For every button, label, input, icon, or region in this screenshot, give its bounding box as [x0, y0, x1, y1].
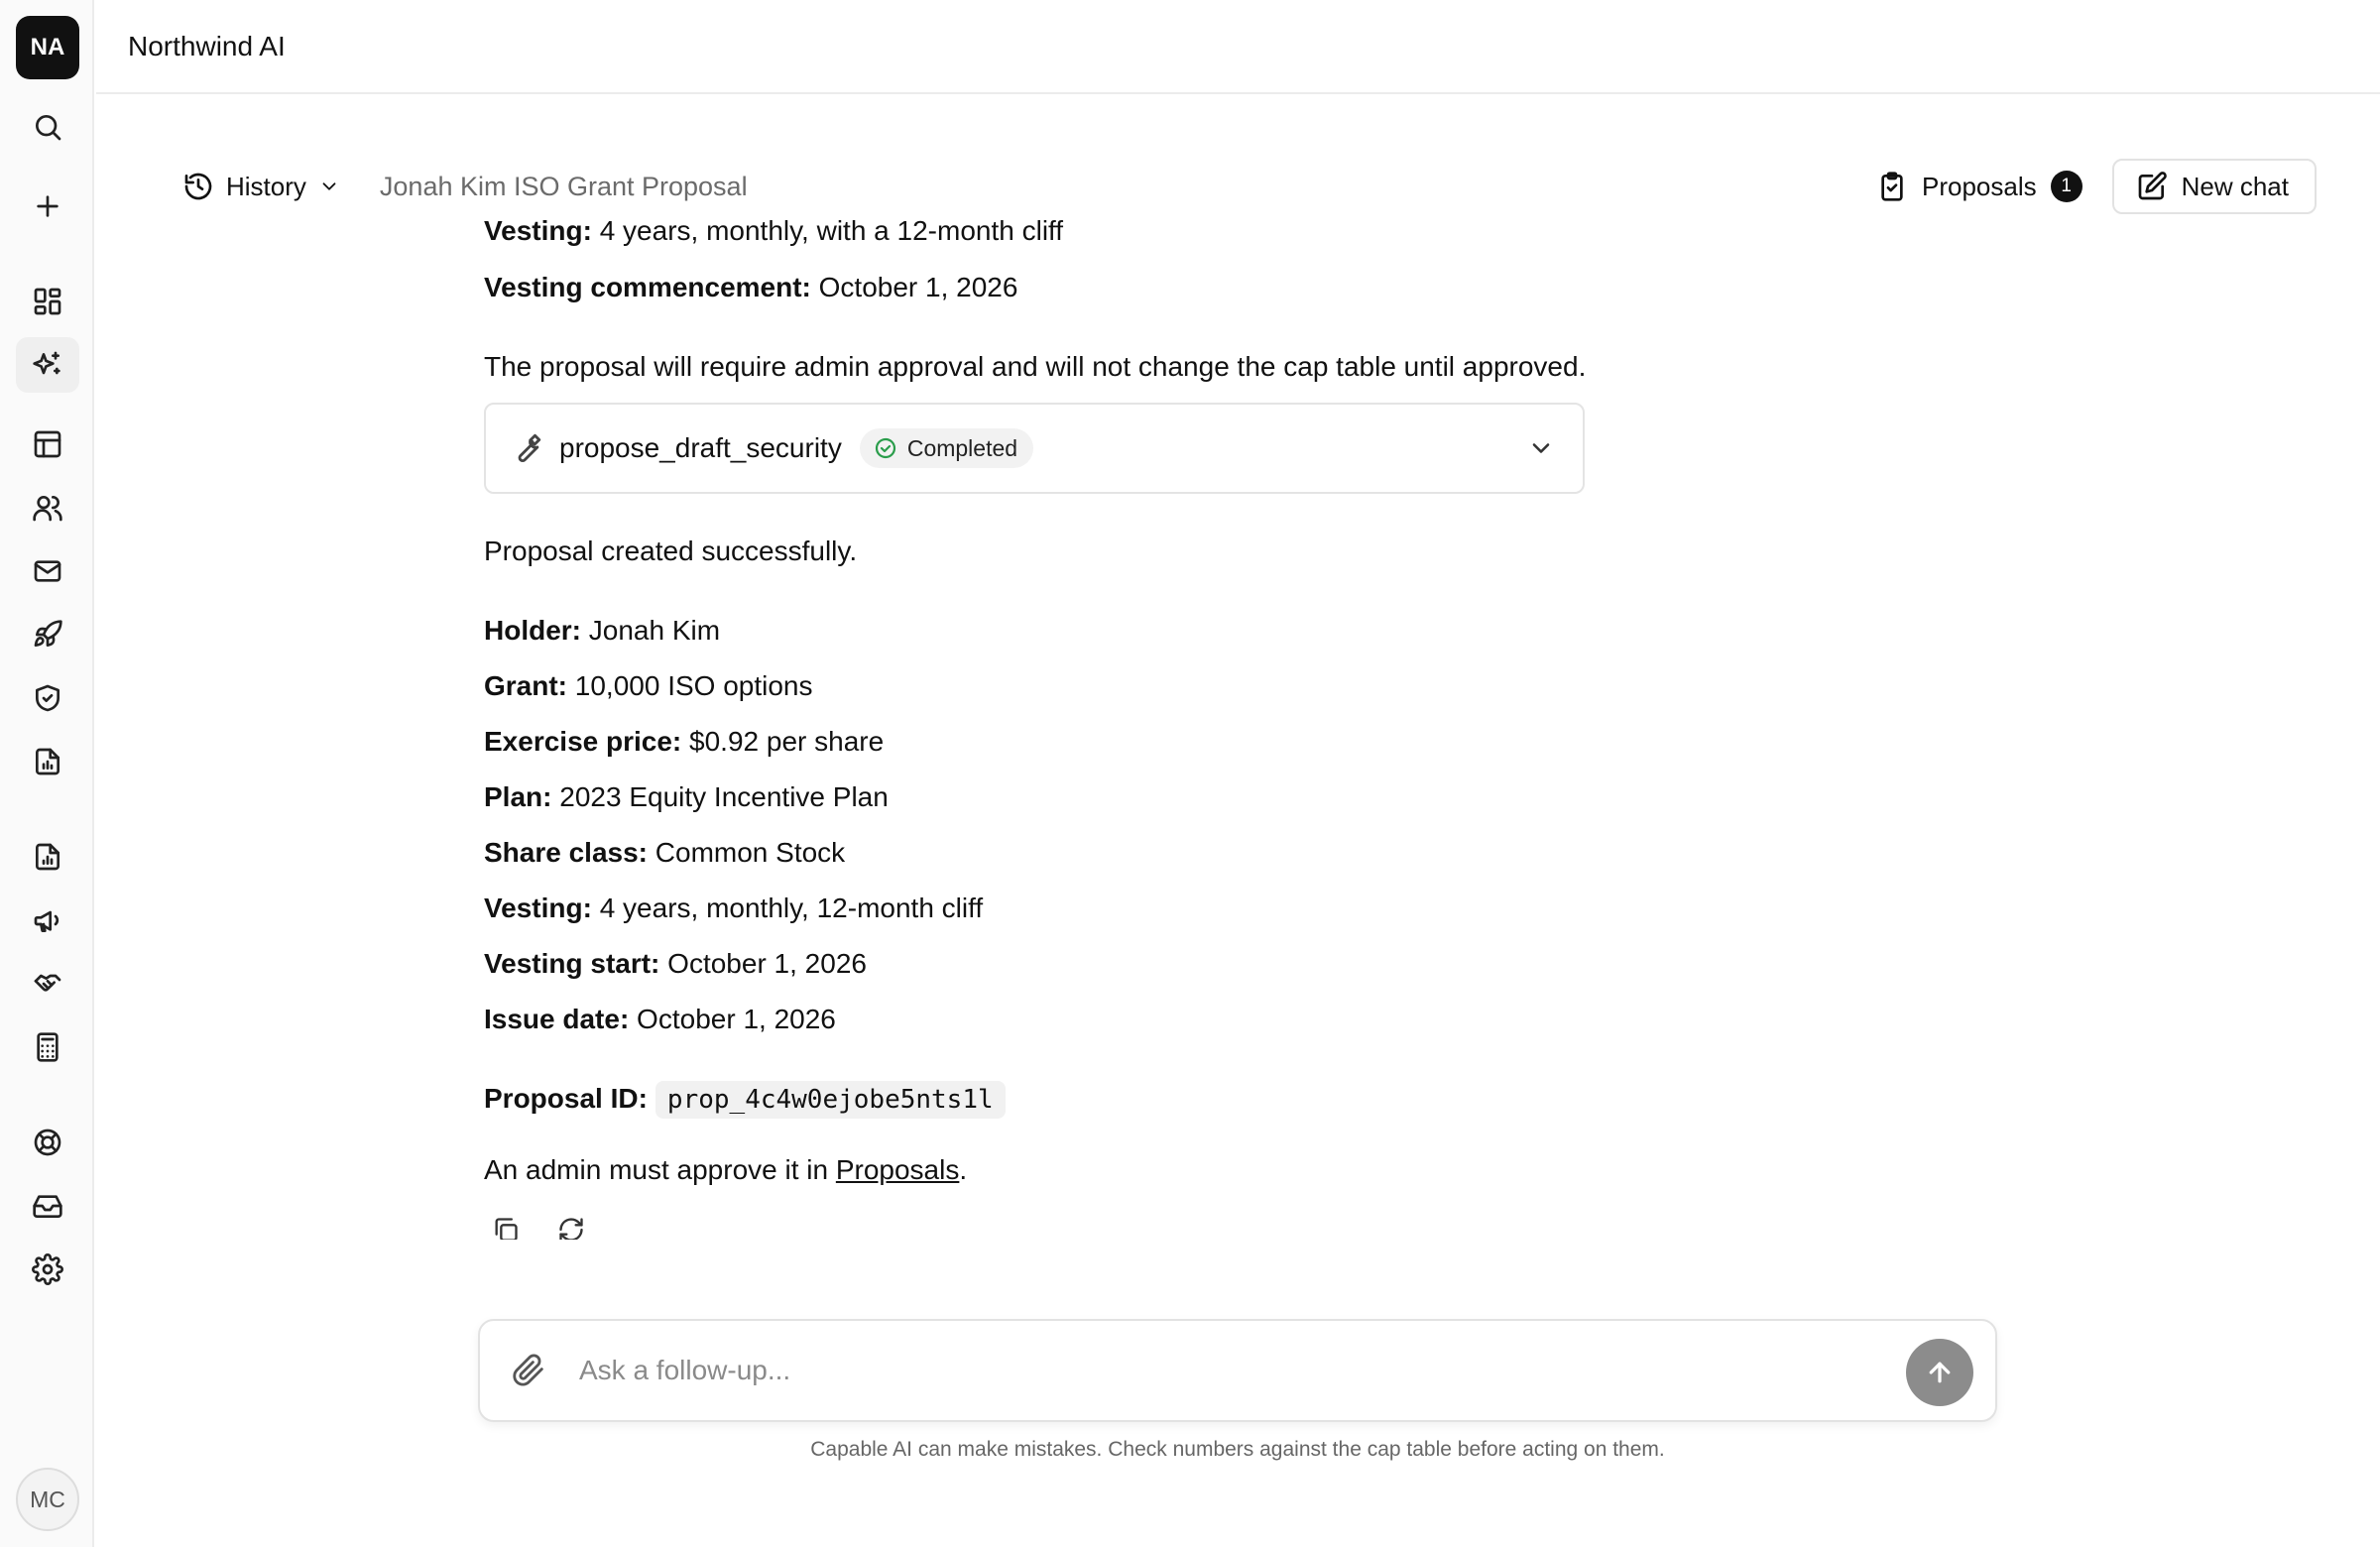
app-title: Northwind AI: [128, 30, 286, 61]
proposals-label: Proposals: [1921, 171, 2037, 201]
field-vesting-start: Vesting start: October 1, 2026: [484, 948, 867, 979]
field-vesting: Vesting: 4 years, monthly, 12-month clif…: [484, 892, 984, 923]
tool-status-badge: Completed: [859, 428, 1034, 468]
conversation-title: Jonah Kim ISO Grant Proposal: [379, 171, 748, 201]
success-text: Proposal created successfully.: [484, 536, 858, 566]
ai-disclaimer: Capable AI can make mistakes. Check numb…: [810, 1438, 1665, 1461]
mail-icon[interactable]: [16, 543, 79, 599]
chevron-down-icon: [322, 182, 336, 190]
follow-up-input[interactable]: [579, 1355, 1819, 1386]
field-exercise-price: Exercise price: $0.92 per share: [484, 726, 885, 757]
sparkles-icon[interactable]: [16, 337, 79, 393]
inbox-icon[interactable]: [16, 1178, 79, 1234]
org-logo[interactable]: NA: [16, 16, 79, 79]
report-icon[interactable]: [16, 734, 79, 789]
wrench-icon: [518, 433, 541, 463]
search-icon[interactable]: [16, 99, 79, 155]
left-rail: NA MC: [0, 0, 94, 1547]
proposal-id-code: prop_4c4w0ejobe5nts1l: [654, 1081, 1006, 1119]
report-chart-icon[interactable]: [16, 829, 79, 885]
plus-icon[interactable]: [16, 178, 79, 234]
table-icon[interactable]: [16, 416, 79, 472]
send-button[interactable]: [1906, 1339, 1973, 1406]
shield-icon[interactable]: [16, 670, 79, 726]
tool-call-card[interactable]: propose_draft_security Completed: [484, 403, 1585, 494]
user-avatar[interactable]: MC: [16, 1468, 79, 1531]
field-plan: Plan: 2023 Equity Incentive Plan: [484, 781, 889, 812]
proposals-count-badge: 1: [2050, 171, 2082, 202]
proposal-id-line: Proposal ID: prop_4c4w0ejobe5nts1l: [484, 1079, 1006, 1120]
calculator-icon[interactable]: [16, 1019, 79, 1075]
edit-icon: [2138, 172, 2167, 200]
history-label: History: [226, 171, 306, 201]
field-holder: Holder: Jonah Kim: [484, 615, 721, 646]
admin-note: An admin must approve it in Proposals.: [484, 1154, 968, 1185]
assistant-message: Vesting: 4 years, monthly, with a 12-mon…: [484, 216, 1654, 1240]
copy-button[interactable]: [484, 1208, 528, 1240]
history-button[interactable]: History: [178, 163, 344, 210]
refresh-icon: [559, 1218, 583, 1240]
settings-icon[interactable]: [16, 1242, 79, 1297]
lifebuoy-icon[interactable]: [16, 1115, 79, 1170]
copy-icon: [495, 1218, 518, 1240]
handshake-icon[interactable]: [16, 956, 79, 1012]
conversation-header: History Jonah Kim ISO Grant Proposal Pro…: [178, 159, 2317, 214]
proposals-link[interactable]: Proposals: [836, 1154, 960, 1185]
message-actions: [484, 1208, 593, 1240]
top-bar: Northwind AI: [96, 0, 2380, 94]
message-line-commencement: Vesting commencement: October 1, 2026: [484, 272, 1018, 302]
tool-name: propose_draft_security: [559, 432, 842, 463]
users-icon[interactable]: [16, 480, 79, 536]
proposals-button[interactable]: Proposals 1: [1876, 171, 2082, 202]
chevron-down-icon[interactable]: [1527, 434, 1555, 462]
new-chat-button[interactable]: New chat: [2111, 159, 2317, 214]
dashboard-icon[interactable]: [16, 274, 79, 329]
message-composer: [478, 1319, 1997, 1422]
field-issue-date: Issue date: October 1, 2026: [484, 1004, 836, 1034]
rocket-icon[interactable]: [16, 607, 79, 662]
paperclip-icon[interactable]: [512, 1354, 545, 1387]
message-line-vesting-top: Vesting: 4 years, monthly, with a 12-mon…: [484, 216, 1064, 246]
field-grant: Grant: 10,000 ISO options: [484, 670, 813, 701]
history-icon: [184, 173, 212, 200]
field-share-class: Share class: Common Stock: [484, 837, 846, 868]
clipboard-check-icon: [1881, 172, 1903, 201]
approval-note: The proposal will require admin approval…: [484, 351, 1587, 382]
check-circle-icon: [875, 437, 895, 459]
megaphone-icon[interactable]: [16, 892, 79, 948]
new-chat-label: New chat: [2181, 171, 2289, 201]
regenerate-button[interactable]: [549, 1208, 593, 1240]
arrow-up-icon: [1929, 1362, 1951, 1383]
